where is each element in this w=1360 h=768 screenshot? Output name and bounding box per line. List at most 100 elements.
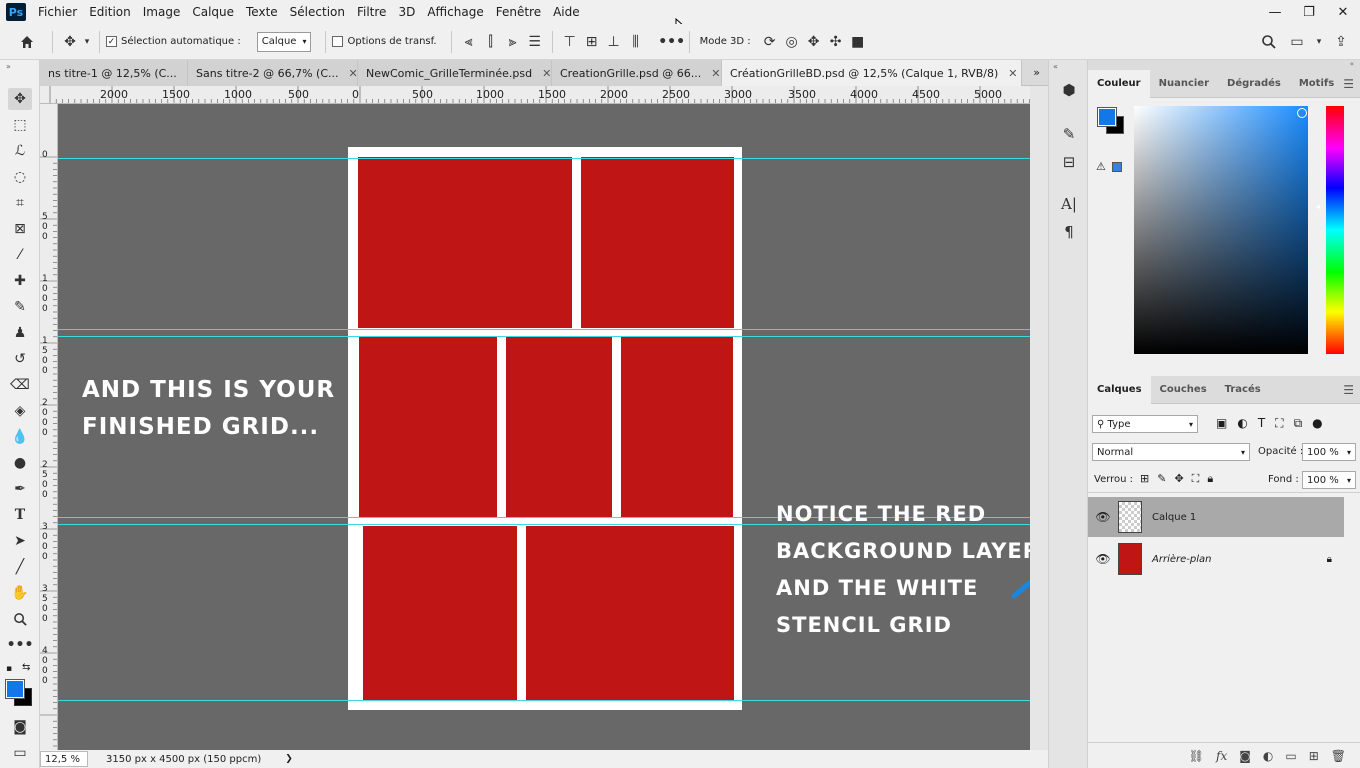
hue-slider[interactable] bbox=[1326, 106, 1344, 354]
gamut-color-swatch[interactable] bbox=[1112, 162, 1122, 172]
more-options-button[interactable]: ••• bbox=[658, 31, 685, 53]
screen-mode-icon[interactable]: ▭ bbox=[8, 742, 32, 764]
menu-calque[interactable]: Calque bbox=[186, 0, 240, 24]
dodge-tool-icon[interactable]: ● bbox=[8, 452, 32, 474]
auto-select-target-dropdown[interactable]: Calque ▾ bbox=[256, 31, 312, 52]
filter-toggle-icon[interactable]: ● bbox=[1312, 416, 1322, 431]
quick-mask-icon[interactable]: ◙ bbox=[8, 716, 32, 738]
close-icon[interactable]: ✕ bbox=[349, 67, 357, 80]
filter-adjustment-icon[interactable]: ◐ bbox=[1237, 416, 1247, 431]
visibility-eye-icon[interactable]: 👁︎ bbox=[1088, 510, 1118, 524]
home-icon[interactable] bbox=[16, 31, 38, 53]
add-mask-icon[interactable]: ◙ bbox=[1239, 749, 1251, 763]
eraser-tool-icon[interactable]: ⌫ bbox=[8, 374, 32, 396]
paragraph-panel-icon[interactable]: ¶ bbox=[1057, 220, 1081, 244]
tab-couches[interactable]: Couches bbox=[1151, 376, 1216, 404]
filter-shape-icon[interactable]: ⛶ bbox=[1275, 416, 1283, 431]
collapse-right-panels-icon[interactable]: « bbox=[1088, 60, 1360, 70]
align-bottom-icon[interactable]: ⊥ bbox=[603, 31, 625, 53]
delete-layer-icon[interactable]: 🗑︎ bbox=[1331, 749, 1346, 763]
menu-fenetre[interactable]: Fenêtre bbox=[490, 0, 547, 24]
search-icon[interactable] bbox=[1258, 31, 1280, 53]
tab-traces[interactable]: Tracés bbox=[1216, 376, 1270, 404]
blend-mode-dropdown[interactable]: Normal ▾ bbox=[1092, 443, 1250, 461]
tab-creationgrille[interactable]: CreationGrille.psd @ 66... ✕ bbox=[552, 60, 722, 86]
clone-stamp-tool-icon[interactable]: ♟ bbox=[8, 322, 32, 344]
close-icon[interactable]: ✕ bbox=[711, 67, 720, 80]
gamut-warning-icon[interactable]: ⚠ bbox=[1096, 160, 1106, 173]
default-colors-icon[interactable]: ▪ bbox=[6, 664, 12, 674]
lock-transparent-icon[interactable]: ⊞ bbox=[1140, 472, 1149, 486]
pan-3d-icon[interactable]: ✥ bbox=[803, 31, 825, 53]
lasso-tool-icon[interactable]: ℒ bbox=[8, 140, 32, 162]
brush-presets-icon[interactable]: ⊟ bbox=[1057, 150, 1081, 174]
hand-tool-icon[interactable]: ✋ bbox=[8, 582, 32, 604]
roll-3d-icon[interactable]: ◎ bbox=[781, 31, 803, 53]
color-picker-handle[interactable] bbox=[1297, 108, 1307, 118]
swap-colors-icon[interactable]: ⇆ bbox=[22, 662, 30, 673]
foreground-color-swatch[interactable] bbox=[5, 679, 25, 699]
tab-sans-titre-1[interactable]: ns titre-1 @ 12,5% (C... ✕ bbox=[40, 60, 188, 86]
tab-couleur[interactable]: Couleur bbox=[1088, 69, 1150, 98]
align-top-icon[interactable]: ⊤ bbox=[559, 31, 581, 53]
tab-sans-titre-2[interactable]: Sans titre-2 @ 66,7% (C... ✕ bbox=[188, 60, 358, 86]
adjustment-layer-icon[interactable]: ◐ bbox=[1263, 749, 1273, 763]
scale-3d-icon[interactable]: ■ bbox=[847, 31, 869, 53]
lock-image-icon[interactable]: ✎ bbox=[1157, 472, 1166, 486]
restore-button[interactable]: ❐ bbox=[1292, 0, 1326, 24]
tab-creationgrillebd[interactable]: CréationGrilleBD.psd @ 12,5% (Calque 1, … bbox=[722, 60, 1022, 86]
pen-tool-icon[interactable]: ✒ bbox=[8, 478, 32, 500]
type-tool-icon[interactable]: T bbox=[8, 504, 32, 526]
layer-style-icon[interactable]: fx bbox=[1216, 749, 1227, 763]
minimize-button[interactable]: — bbox=[1258, 0, 1292, 24]
frame-tool-icon[interactable]: ⊠ bbox=[8, 218, 32, 240]
lock-position-icon[interactable]: ✥ bbox=[1174, 472, 1183, 486]
layer-row-calque-1[interactable]: 👁︎ Calque 1 bbox=[1088, 497, 1344, 537]
foreground-color-swatch[interactable] bbox=[1097, 107, 1117, 127]
orbit-3d-icon[interactable]: ⟳ bbox=[759, 31, 781, 53]
align-right-icon[interactable]: ⫸ bbox=[502, 31, 524, 53]
menu-edition[interactable]: Edition bbox=[83, 0, 137, 24]
status-menu-arrow[interactable]: ❯ bbox=[285, 754, 293, 764]
filter-type-icon[interactable]: T bbox=[1258, 416, 1265, 431]
share-icon[interactable]: ⇪ bbox=[1330, 31, 1352, 53]
chevron-down-icon[interactable]: ▾ bbox=[81, 31, 93, 53]
tab-newcomic[interactable]: NewComic_GrilleTerminée.psd ✕ bbox=[358, 60, 552, 86]
transform-controls-checkbox[interactable] bbox=[332, 36, 344, 47]
vertical-scrollbar[interactable] bbox=[1030, 86, 1048, 750]
menu-affichage[interactable]: Affichage bbox=[421, 0, 489, 24]
menu-filtre[interactable]: Filtre bbox=[351, 0, 392, 24]
layer-row-arriere-plan[interactable]: 👁︎ Arrière-plan 🔒︎ bbox=[1088, 539, 1344, 579]
chevron-down-icon[interactable]: ▾ bbox=[1314, 31, 1324, 53]
tab-nuancier[interactable]: Nuancier bbox=[1150, 70, 1218, 98]
close-icon[interactable]: ✕ bbox=[542, 67, 551, 80]
path-selection-tool-icon[interactable]: ➤ bbox=[8, 530, 32, 552]
workspace-icon[interactable]: ▭ bbox=[1286, 31, 1308, 53]
line-tool-icon[interactable]: ╱ bbox=[8, 556, 32, 578]
color-field[interactable] bbox=[1134, 106, 1308, 354]
align-left-icon[interactable]: ⫷ bbox=[458, 31, 480, 53]
canvas-area[interactable]: AND THIS IS YOUR FINISHED GRID... NOTICE… bbox=[58, 104, 1030, 750]
collapse-panels-icon[interactable]: « bbox=[1053, 62, 1058, 71]
crop-tool-icon[interactable]: ⌗ bbox=[8, 192, 32, 214]
brush-settings-icon[interactable]: ✎ bbox=[1057, 122, 1081, 146]
align-middle-icon[interactable]: ☰ bbox=[524, 31, 546, 53]
collapse-toolbar-icon[interactable]: » bbox=[6, 62, 11, 71]
lock-artboard-icon[interactable]: ⛶ bbox=[1192, 472, 1200, 486]
tab-motifs[interactable]: Motifs bbox=[1290, 70, 1343, 98]
lock-all-icon[interactable]: 🔒︎ bbox=[1207, 472, 1213, 486]
align-center-icon[interactable]: ⫿ bbox=[480, 31, 502, 53]
layer-name[interactable]: Arrière-plan bbox=[1152, 554, 1327, 565]
align-vcenter-icon[interactable]: ⊞ bbox=[581, 31, 603, 53]
link-layers-icon[interactable]: ⛓ bbox=[1189, 749, 1204, 763]
visibility-eye-icon[interactable]: 👁︎ bbox=[1088, 552, 1118, 566]
opacity-field[interactable]: 100 % ▾ bbox=[1302, 443, 1356, 461]
healing-brush-tool-icon[interactable]: ✚ bbox=[8, 270, 32, 292]
filter-smart-object-icon[interactable]: ⧉ bbox=[1294, 416, 1303, 431]
history-brush-tool-icon[interactable]: ↺ bbox=[8, 348, 32, 370]
menu-image[interactable]: Image bbox=[137, 0, 187, 24]
eyedropper-tool-icon[interactable]: ⁄ bbox=[8, 244, 32, 266]
zoom-field[interactable]: 12,5 % bbox=[40, 751, 88, 767]
slide-3d-icon[interactable]: ✣ bbox=[825, 31, 847, 53]
layer-filter-dropdown[interactable]: ⚲ Type ▾ bbox=[1092, 415, 1198, 433]
